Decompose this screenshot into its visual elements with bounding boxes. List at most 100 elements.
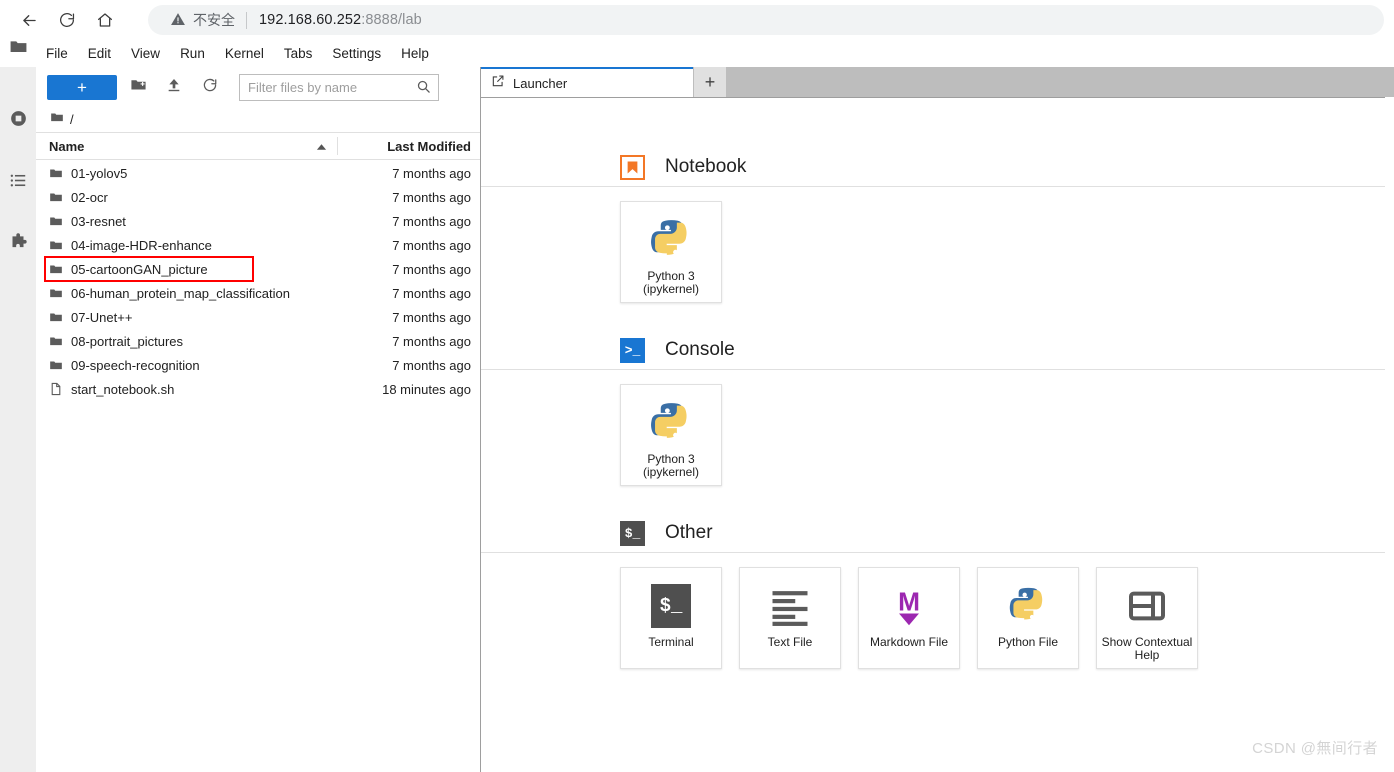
card-row-console: Python 3 (ipykernel) [620,370,1394,486]
breadcrumb[interactable]: / [36,107,480,133]
home-icon [96,11,114,29]
tab-launcher[interactable]: Launcher [481,67,693,97]
markdown-file-icon: M [888,580,930,632]
card-label-console-python3: Python 3 (ipykernel) [642,452,699,479]
table-row[interactable]: 05-cartoonGAN_picture 7 months ago [36,257,480,281]
card-label-markdown-file: Markdown File [869,635,949,649]
file-modified: 7 months ago [392,285,471,301]
menu-help[interactable]: Help [392,43,438,65]
contextual-help-icon [1127,580,1167,632]
file-name: 06-human_protein_map_classification [71,285,290,301]
file-modified: 7 months ago [392,189,471,205]
file-name: 02-ocr [71,189,108,205]
section-header-notebook: Notebook [620,148,1394,186]
card-show-contextual-help[interactable]: Show Contextual Help [1096,567,1198,669]
url-host: 192.168.60.252 [259,12,362,28]
text-file-icon [769,580,811,632]
launcher-section-console: >_ Console Python 3 (ipykernel) [481,303,1394,486]
menu-view[interactable]: View [122,43,169,65]
folder-icon [49,286,64,300]
notebook-bookmark-icon [620,154,645,180]
menu-kernel[interactable]: Kernel [216,43,273,65]
vertical-scrollbar[interactable] [1385,97,1394,772]
watermark-text: CSDN @無间行者 [1252,740,1378,757]
folder-icon [49,310,64,324]
menu-file[interactable]: File [37,43,77,65]
column-header-name[interactable]: Name [36,139,337,154]
menu-tabs[interactable]: Tabs [275,43,322,65]
refresh-icon [202,77,218,98]
new-launcher-button[interactable]: + [47,74,117,100]
svg-text:M: M [898,586,920,616]
card-notebook-python3[interactable]: Python 3 (ipykernel) [620,201,722,303]
card-row-other: $_ Terminal Text File M Markdown File Py… [620,553,1394,669]
console-prompt-icon: >_ [620,337,645,363]
card-terminal[interactable]: $_ Terminal [620,567,722,669]
filter-files-field[interactable] [239,73,439,101]
card-label-notebook-python3: Python 3 (ipykernel) [642,269,699,296]
column-header-last-modified[interactable]: Last Modified [338,139,480,154]
sidebar-item-file-browser[interactable] [0,31,36,67]
folder-icon [50,110,64,129]
table-row[interactable]: 07-Unet++ 7 months ago [36,305,480,329]
security-label: 不安全 [193,12,235,28]
sidebar-item-commands[interactable] [0,165,36,201]
menu-run[interactable]: Run [171,43,214,65]
browser-toolbar: 不安全 192.168.60.252:8888/lab [0,0,1394,40]
file-modified: 7 months ago [392,261,471,277]
folder-icon [49,214,64,228]
add-tab-button[interactable]: + [693,67,727,97]
search-input[interactable] [240,76,410,98]
file-list: 01-yolov5 7 months ago 02-ocr 7 months ago 0… [36,160,480,401]
address-bar[interactable]: 不安全 192.168.60.252:8888/lab [148,5,1384,35]
file-browser-panel: + Filter files by name / Name Last Modif… [36,67,481,772]
folder-icon [49,334,64,348]
table-row[interactable]: 02-ocr 7 months ago [36,185,480,209]
python-file-icon [1007,580,1049,632]
file-name: 09-speech-recognition [71,357,200,373]
upload-button[interactable] [159,74,189,100]
file-modified: 18 minutes ago [382,381,471,397]
card-console-python3[interactable]: Python 3 (ipykernel) [620,384,722,486]
table-row[interactable]: 09-speech-recognition 7 months ago [36,353,480,377]
section-title-notebook: Notebook [665,156,747,177]
card-label-python-file: Python File [997,635,1059,649]
home-button[interactable] [90,5,120,35]
section-header-console: >_ Console [620,331,1394,369]
reload-button[interactable] [52,5,82,35]
table-row[interactable]: start_notebook.sh 18 minutes ago [36,377,480,401]
card-markdown-file[interactable]: M Markdown File [858,567,960,669]
menu-edit[interactable]: Edit [79,43,120,65]
file-name: 05-cartoonGAN_picture [71,261,208,277]
refresh-button[interactable] [195,74,225,100]
sidebar-item-running-terminals[interactable] [0,103,36,139]
folder-icon [49,238,64,252]
table-row[interactable]: 03-resnet 7 months ago [36,209,480,233]
card-python-file[interactable]: Python File [977,567,1079,669]
folder-icon [49,190,64,204]
python-logo-icon [648,397,694,449]
card-label-text-file: Text File [767,635,813,649]
card-label-terminal: Terminal [648,635,694,649]
file-list-header: Name Last Modified [36,133,480,160]
card-row-notebook: Python 3 (ipykernel) [620,187,1394,303]
table-row[interactable]: 04-image-HDR-enhance 7 months ago [36,233,480,257]
running-terminals-icon [9,109,28,133]
sidebar-item-extensions[interactable] [0,227,36,263]
file-name: 04-image-HDR-enhance [71,237,212,253]
file-name: 01-yolov5 [71,165,128,181]
card-text-file[interactable]: Text File [739,567,841,669]
python-logo-icon [648,214,694,266]
new-folder-button[interactable] [123,74,153,100]
table-row[interactable]: 08-portrait_pictures 7 months ago [36,329,480,353]
security-status[interactable]: 不安全 [170,10,235,30]
jupyter-menu-bar: File Edit View Run Kernel Tabs Settings … [0,40,1394,68]
table-row[interactable]: 06-human_protein_map_classification 7 mon… [36,281,480,305]
folder-icon [9,37,28,61]
table-row[interactable]: 01-yolov5 7 months ago [36,161,480,185]
file-modified: 7 months ago [392,165,471,181]
card-label-show-contextual-help: Show Contextual Help [1101,635,1193,662]
arrow-left-icon [20,11,39,30]
other-shell-icon: $_ [620,520,645,546]
menu-settings[interactable]: Settings [323,43,390,65]
